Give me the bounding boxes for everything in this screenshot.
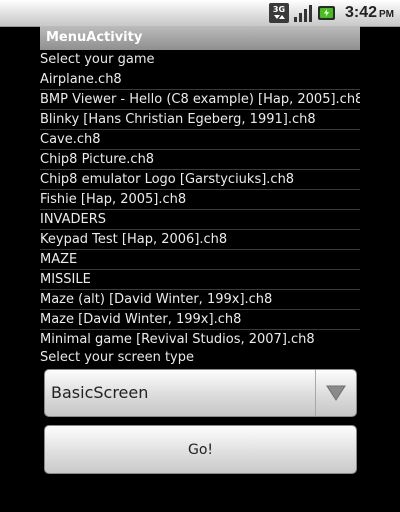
game-list-item[interactable]: Airplane.ch8 bbox=[40, 70, 360, 90]
game-list-item[interactable]: Keypad Test [Hap, 2006].ch8 bbox=[40, 230, 360, 250]
go-button[interactable]: Go! bbox=[44, 425, 357, 474]
status-time: 3:42 PM bbox=[345, 4, 394, 22]
screen-type-label: Select your screen type bbox=[40, 350, 194, 365]
battery-charging-icon bbox=[317, 3, 337, 23]
game-list-item[interactable]: Cave.ch8 bbox=[40, 130, 360, 150]
game-list-item[interactable]: Maze [David Winter, 199x].ch8 bbox=[40, 310, 360, 330]
status-clock: 3:42 bbox=[344, 4, 377, 21]
network-badge: 3G bbox=[273, 5, 285, 14]
game-list-item[interactable]: MISSILE bbox=[40, 270, 360, 290]
game-list-item[interactable]: Maze (alt) [David Winter, 199x].ch8 bbox=[40, 290, 360, 310]
screen-type-selected: BasicScreen bbox=[51, 383, 149, 402]
window-title: MenuActivity bbox=[40, 26, 360, 50]
game-list-item[interactable]: MAZE bbox=[40, 250, 360, 270]
game-list-item[interactable]: BMP Viewer - Hello (C8 example) [Hap, 20… bbox=[40, 90, 360, 110]
3g-data-icon: 3G bbox=[268, 3, 289, 23]
status-icons: 3G 3:42 PM bbox=[268, 2, 394, 24]
signal-strength-icon bbox=[293, 3, 313, 23]
game-select-label: Select your game bbox=[40, 52, 155, 67]
status-ampm: PM bbox=[379, 9, 394, 20]
status-bar: 3G 3:42 PM bbox=[0, 0, 400, 27]
game-list-item[interactable]: Minimal game [Revival Studios, 2007].ch8 bbox=[40, 330, 360, 346]
game-list-item[interactable]: Chip8 Picture.ch8 bbox=[40, 150, 360, 170]
dropdown-arrow-icon[interactable] bbox=[315, 370, 356, 416]
screen-type-spinner[interactable]: BasicScreen bbox=[44, 369, 357, 417]
game-list[interactable]: Airplane.ch8 BMP Viewer - Hello (C8 exam… bbox=[40, 70, 360, 346]
game-list-item[interactable]: Blinky [Hans Christian Egeberg, 1991].ch… bbox=[40, 110, 360, 130]
game-list-item[interactable]: INVADERS bbox=[40, 210, 360, 230]
game-list-item[interactable]: Chip8 emulator Logo [Garstyciuks].ch8 bbox=[40, 170, 360, 190]
game-list-item[interactable]: Fishie [Hap, 2005].ch8 bbox=[40, 190, 360, 210]
